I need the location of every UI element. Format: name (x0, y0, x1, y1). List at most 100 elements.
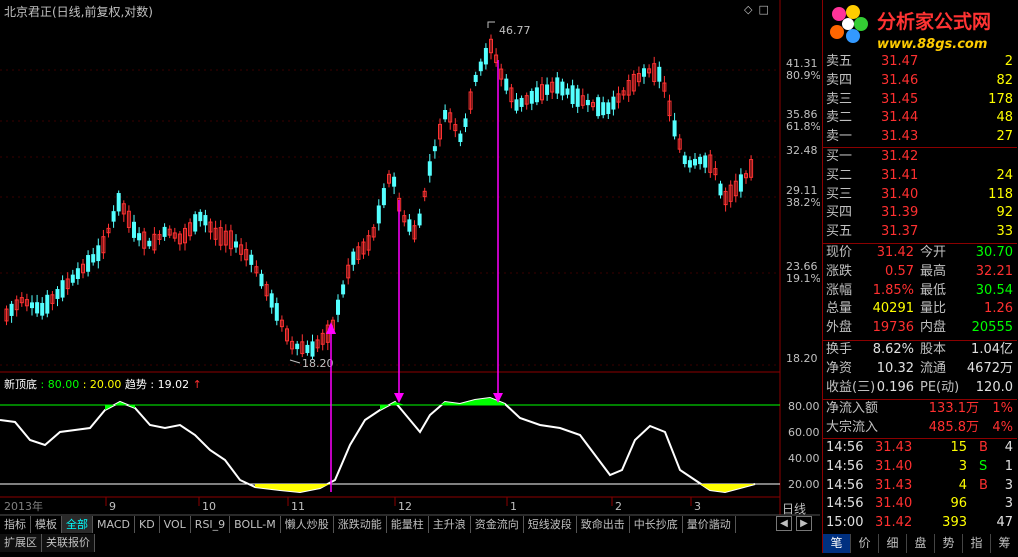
tick-time: 14:56 (826, 440, 864, 455)
panel-tab[interactable]: 盘 (907, 534, 935, 553)
indicator-tab[interactable]: 能量柱 (386, 516, 429, 533)
pct-level-label: 61.8% (786, 120, 820, 133)
indicator-tab[interactable]: 全部 (62, 516, 93, 533)
indicator-tab[interactable]: 模板 (31, 516, 62, 533)
tab-nav-arrows[interactable]: ◀ ▶ (776, 516, 812, 531)
bottom-tab[interactable]: 关联报价 (42, 534, 95, 552)
candle-body (611, 96, 616, 110)
window-buttons[interactable]: ◇ □ (744, 3, 769, 16)
quote-value: 30.70 (975, 245, 1013, 260)
tick-row[interactable]: 15:00 31.42 393 47 (823, 514, 1017, 532)
indicator-tab[interactable]: MACD (93, 516, 135, 533)
arrow-right-icon[interactable]: ▶ (796, 516, 812, 531)
quote-value: 40291 (872, 301, 914, 317)
low-marker (289, 359, 301, 364)
candle-body (427, 161, 432, 176)
tick-price: 31.40 (875, 458, 913, 474)
candle-body (483, 47, 488, 65)
price-level-label: 18.20 (786, 352, 818, 365)
tick-price: 31.43 (875, 440, 913, 455)
low-price-label: 18.20 (302, 357, 334, 370)
tick-row[interactable]: 14:56 31.43 15 B 4 (823, 439, 1017, 457)
candle-body (687, 160, 692, 168)
stat-row[interactable]: 换手 8.62% 股本 1.04亿 (823, 341, 1017, 359)
bid-row[interactable]: 买二 31.41 24 (823, 167, 1017, 185)
kline-chart-area[interactable]: 41.31 80.9% 35.86 61.8% 32.48 29.11 38.2% 23.66… (0, 0, 821, 553)
bid-level-label: 买二 (826, 167, 853, 183)
indicator-tab[interactable]: VOL (159, 516, 191, 533)
ask-row[interactable]: 卖四 31.46 82 (823, 72, 1017, 90)
stat-row[interactable]: 收益(三) 0.196 PE(动) 120.0 (823, 379, 1017, 397)
tick-count: 1 (1004, 458, 1013, 474)
panel-tab[interactable]: 筹 (991, 534, 1018, 553)
diamond-icon[interactable]: ◇ (744, 3, 752, 16)
quote-row[interactable]: 外盘 19736 内盘 20555 (823, 319, 1017, 337)
flow-label: 大宗流入 (826, 420, 879, 435)
panel-tab[interactable]: 指 (963, 534, 991, 553)
tick-row[interactable]: 14:56 31.40 3 S 1 (823, 458, 1017, 476)
indicator-tab[interactable]: 资金流向 (470, 516, 524, 533)
indicator-tab[interactable]: 懒人炒股 (280, 516, 334, 533)
quote-value: 20555 (971, 320, 1013, 336)
indicator-tab[interactable]: 致命出击 (576, 516, 630, 533)
candle-body (560, 81, 565, 96)
quote-row[interactable]: 涨幅 1.85% 最低 30.54 (823, 282, 1017, 300)
panel-tab[interactable]: 细 (879, 534, 907, 553)
indicator-tab[interactable]: 短线波段 (523, 516, 577, 533)
ask-row[interactable]: 卖三 31.45 178 (823, 91, 1017, 109)
indicator-tab[interactable]: 量价諧动 (682, 516, 736, 533)
flow-row[interactable]: 净流入额 133.1万 1% (823, 400, 1017, 418)
candle-body (336, 299, 340, 315)
stat-label: 净资 (826, 360, 853, 376)
quote-value: 0.57 (885, 263, 914, 279)
arrow-left-icon[interactable]: ◀ (776, 516, 792, 531)
candle-body (259, 273, 264, 287)
panel-tab[interactable]: 势 (935, 534, 963, 553)
tick-row[interactable]: 14:56 31.40 96 3 (823, 495, 1017, 513)
tick-price: 31.40 (875, 496, 913, 512)
chart-svg[interactable]: 41.3180.9%35.8661.8%32.4829.1138.2%23.66… (0, 0, 821, 553)
ask-level-label: 卖三 (826, 91, 853, 107)
panel-tab[interactable]: 笔 (823, 534, 851, 553)
indicator-tab[interactable]: BOLL-M (230, 516, 281, 533)
stat-value: 10.32 (876, 360, 914, 376)
ask-volume: 27 (996, 129, 1013, 145)
bid-price: 31.37 (881, 224, 919, 240)
indicator-tab[interactable]: 主升浪 (428, 516, 471, 533)
stat-row[interactable]: 净资 10.32 流通 4672万 (823, 360, 1017, 378)
panel-tab-bar: 笔价细盘势指筹 (823, 534, 1018, 553)
candle-body (672, 120, 677, 137)
quote-row[interactable]: 涨跌 0.57 最高 32.21 (823, 263, 1017, 281)
bid-row[interactable]: 买五 31.37 33 (823, 223, 1017, 241)
candle-body (305, 344, 310, 354)
indicator-tab[interactable]: KD (134, 516, 160, 533)
tick-side: S (979, 458, 988, 474)
candle-body (585, 99, 590, 106)
candle-body (70, 274, 75, 283)
bid-row[interactable]: 买四 31.39 92 (823, 204, 1017, 222)
indicator-name: 新顶底 (4, 378, 37, 391)
indicator-tab[interactable]: 中长抄底 (629, 516, 683, 533)
ask-row[interactable]: 卖二 31.44 48 (823, 109, 1017, 127)
period-label[interactable]: 日线 (782, 500, 806, 517)
indicator-tab[interactable]: 指标 (0, 516, 31, 533)
indicator-tab[interactable]: 涨跌动能 (333, 516, 387, 533)
panel-tab[interactable]: 价 (851, 534, 879, 553)
flow-pct: 4% (992, 420, 1013, 435)
indicator-tab[interactable]: RSI_9 (190, 516, 231, 533)
ask-row[interactable]: 卖五 31.47 2 (823, 53, 1017, 71)
indicator-axis-label: 40.00 (788, 452, 820, 465)
square-icon[interactable]: □ (758, 3, 768, 16)
quote-row[interactable]: 总量 40291 量比 1.26 (823, 300, 1017, 318)
candle-body (376, 205, 381, 224)
ask-row[interactable]: 卖一 31.43 27 (823, 128, 1017, 146)
tick-row[interactable]: 14:56 31.43 4 B 3 (823, 477, 1017, 495)
candle-body (75, 268, 80, 279)
bottom-tab[interactable]: 扩展区 (0, 534, 42, 552)
bid-row[interactable]: 买一 31.42 (823, 148, 1017, 166)
candle-body (529, 91, 534, 104)
tick-count: 47 (996, 515, 1013, 531)
quote-row[interactable]: 现价 31.42 今开 30.70 (823, 244, 1017, 262)
bid-row[interactable]: 买三 31.40 118 (823, 186, 1017, 204)
flow-row[interactable]: 大宗流入 485.8万 4% (823, 419, 1017, 437)
